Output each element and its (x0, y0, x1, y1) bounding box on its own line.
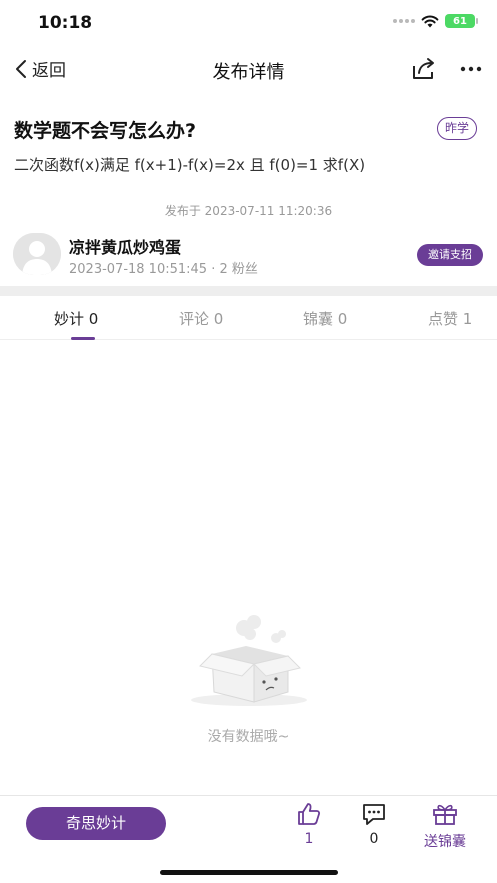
author-meta: 2023-07-18 10:51:45 · 2 粉丝 (69, 262, 258, 277)
add-tip-button[interactable]: 奇思妙计 (26, 807, 166, 840)
comment-button[interactable]: 0 (361, 802, 387, 847)
empty-box-icon (190, 615, 307, 706)
status-icons: 61 (393, 14, 478, 28)
tab-bar: 妙计 0 评论 0 锦囊 0 点赞 1 (0, 296, 497, 340)
signal-icon (393, 19, 415, 23)
tab-likes[interactable]: 点赞 1 (428, 308, 472, 329)
send-gift-button[interactable]: 送锦囊 (424, 802, 466, 851)
active-tab-indicator (71, 337, 95, 340)
battery-icon: 61 (445, 14, 478, 28)
share-button[interactable] (411, 57, 437, 85)
empty-text: 没有数据哦~ (207, 729, 290, 745)
section-divider (0, 286, 497, 296)
status-bar: 10:18 61 (0, 0, 497, 46)
comment-count: 0 (369, 831, 379, 847)
wifi-icon (421, 15, 439, 27)
post-body: 二次函数f(x)满足 f(x+1)-f(x)=2x 且 f(0)=1 求f(X) (14, 156, 366, 174)
post-title: 数学题不会写怎么办? (14, 120, 197, 142)
gift-icon (433, 804, 457, 825)
default-avatar-icon (13, 233, 61, 275)
avatar[interactable] (13, 233, 61, 275)
empty-state (0, 610, 497, 714)
gift-label: 送锦囊 (424, 834, 466, 850)
like-button[interactable]: 1 (296, 802, 322, 847)
home-indicator (160, 870, 338, 875)
more-icon (460, 66, 482, 72)
like-count: 1 (304, 831, 314, 847)
bottom-bar: 奇思妙计 1 0 送锦囊 (0, 795, 497, 883)
author-row: 凉拌黄瓜炒鸡蛋 2023-07-18 10:51:45 · 2 粉丝 邀请支招 (13, 233, 483, 277)
share-icon (413, 58, 434, 79)
publish-time: 发布于 2023-07-11 11:20:36 (164, 204, 333, 218)
status-time: 10:18 (38, 13, 93, 33)
tab-kits[interactable]: 锦囊 0 (303, 308, 347, 329)
nav-bar: 返回 发布详情 (0, 46, 497, 92)
invite-button[interactable]: 邀请支招 (417, 244, 483, 266)
author-name[interactable]: 凉拌黄瓜炒鸡蛋 (69, 234, 181, 258)
more-button[interactable] (460, 58, 482, 84)
tab-comments[interactable]: 评论 0 (179, 308, 223, 329)
category-tag[interactable]: 昨学 (437, 117, 478, 140)
tab-tips[interactable]: 妙计 0 (54, 308, 98, 329)
thumbs-up-icon (298, 803, 321, 825)
comment-icon (363, 804, 385, 825)
